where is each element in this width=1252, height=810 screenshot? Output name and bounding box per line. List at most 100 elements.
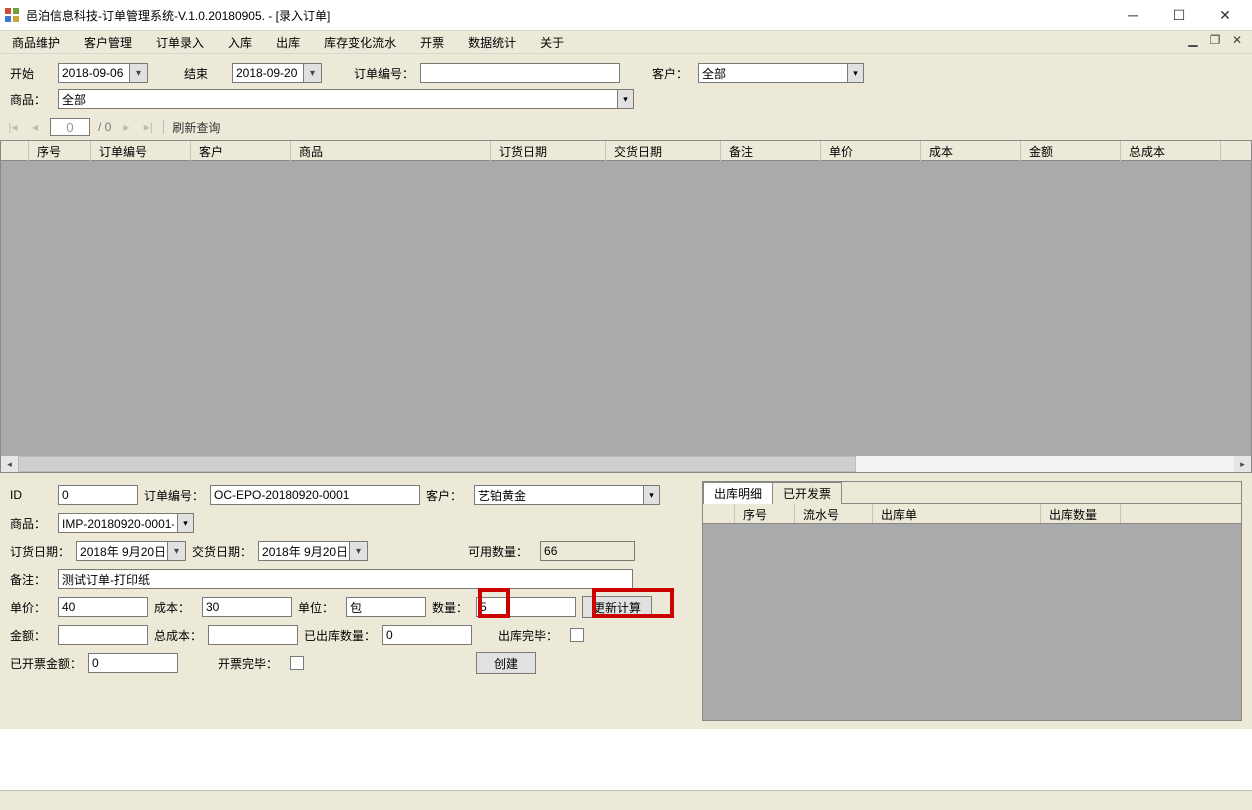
start-date-picker-button[interactable]: ▾ [130, 63, 148, 83]
page-first-button[interactable]: |◂ [6, 120, 20, 134]
grid-header: 序号 订单编号 客户 商品 订货日期 交货日期 备注 单价 成本 金额 总成本 [1, 141, 1251, 161]
col-delivery-date[interactable]: 交货日期 [606, 141, 721, 161]
sub-col-out-qty[interactable]: 出库数量 [1041, 504, 1121, 523]
customer-filter-label: 客户： [652, 65, 692, 82]
invoice-done-checkbox[interactable] [290, 656, 304, 670]
col-remark[interactable]: 备注 [721, 141, 821, 161]
chevron-down-icon[interactable]: ▾ [168, 541, 186, 561]
close-button[interactable]: ✕ [1202, 0, 1248, 30]
start-date-label: 开始 [10, 65, 52, 82]
filter-area: 开始 ▾ 结束 ▾ 订单编号： 客户： ▾ 商品： ▾ [0, 54, 1252, 116]
menu-order-entry[interactable]: 订单录入 [152, 32, 208, 53]
order-no-filter-label: 订单编号： [354, 65, 414, 82]
unit-input[interactable] [346, 597, 426, 617]
invoiced-amount-input[interactable] [88, 653, 178, 673]
col-selector[interactable] [1, 141, 29, 161]
scroll-right-icon[interactable]: ▸ [1234, 456, 1251, 472]
order-no-filter-input[interactable] [420, 63, 620, 83]
menu-products[interactable]: 商品维护 [8, 32, 64, 53]
recalc-button[interactable]: 更新计算 [582, 596, 652, 618]
menu-outbound[interactable]: 出库 [272, 32, 304, 53]
col-customer[interactable]: 客户 [191, 141, 291, 161]
end-date-picker-button[interactable]: ▾ [304, 63, 322, 83]
remark-input[interactable] [58, 569, 633, 589]
chevron-down-icon[interactable]: ▾ [350, 541, 368, 561]
form-product-select[interactable] [58, 513, 178, 533]
col-index[interactable]: 序号 [29, 141, 91, 161]
menu-customers[interactable]: 客户管理 [80, 32, 136, 53]
amount-input[interactable] [58, 625, 148, 645]
shipped-qty-input[interactable] [382, 625, 472, 645]
shipped-done-checkbox[interactable] [570, 628, 584, 642]
remark-label: 备注： [10, 571, 52, 588]
grid-horizontal-scrollbar[interactable]: ◂ ▸ [1, 456, 1251, 472]
scroll-thumb[interactable] [18, 456, 856, 472]
app-icon [4, 7, 20, 23]
unit-price-input[interactable] [58, 597, 148, 617]
menu-stats[interactable]: 数据统计 [464, 32, 520, 53]
qty-label: 数量： [432, 599, 470, 616]
menubar: 商品维护 客户管理 订单录入 入库 出库 库存变化流水 开票 数据统计 关于 ▁… [0, 30, 1252, 54]
end-date-input[interactable] [232, 63, 304, 83]
chevron-down-icon[interactable]: ▾ [618, 89, 634, 109]
sub-col-index[interactable]: 序号 [735, 504, 795, 523]
sub-col-out-no[interactable]: 出库单 [873, 504, 1041, 523]
col-amount[interactable]: 金额 [1021, 141, 1121, 161]
page-last-button[interactable]: ▸| [141, 120, 155, 134]
qty-input[interactable] [476, 597, 576, 617]
start-date-input[interactable] [58, 63, 130, 83]
menu-about[interactable]: 关于 [536, 32, 568, 53]
col-cost[interactable]: 成本 [921, 141, 1021, 161]
mdi-controls: ▁ ❐ ✕ [1184, 33, 1246, 47]
refresh-query-link[interactable]: 刷新查询 [172, 119, 220, 136]
col-unit-price[interactable]: 单价 [821, 141, 921, 161]
chevron-down-icon[interactable]: ▾ [848, 63, 864, 83]
total-cost-input[interactable] [208, 625, 298, 645]
form-order-no-input[interactable] [210, 485, 420, 505]
page-next-button[interactable]: ▸ [119, 120, 133, 134]
chevron-down-icon[interactable]: ▾ [178, 513, 194, 533]
orders-grid[interactable]: 序号 订单编号 客户 商品 订货日期 交货日期 备注 单价 成本 金额 总成本 … [0, 140, 1252, 473]
menu-invoice[interactable]: 开票 [416, 32, 448, 53]
id-input[interactable] [58, 485, 138, 505]
scroll-track[interactable] [856, 456, 1235, 472]
delivery-date-input[interactable] [258, 541, 350, 561]
tab-shipments[interactable]: 出库明细 [703, 482, 773, 504]
page-current-input[interactable] [50, 118, 90, 136]
avail-qty-label: 可用数量： [468, 543, 534, 560]
tab-invoices[interactable]: 已开发票 [772, 482, 842, 504]
maximize-button[interactable]: ☐ [1156, 0, 1202, 30]
invoice-done-label: 开票完毕： [218, 655, 284, 672]
sub-col-flow-no[interactable]: 流水号 [795, 504, 873, 523]
mdi-close-icon[interactable]: ✕ [1228, 33, 1246, 47]
mdi-restore-icon[interactable]: ❐ [1206, 33, 1224, 47]
window-title: 邑泊信息科技-订单管理系统-V.1.0.20180905. - [录入订单] [26, 7, 1110, 24]
shipment-grid-header: 序号 流水号 出库单 出库数量 [703, 504, 1241, 524]
chevron-down-icon[interactable]: ▾ [644, 485, 660, 505]
order-date-label: 订货日期： [10, 543, 70, 560]
sub-col-selector[interactable] [703, 504, 735, 523]
product-filter-select[interactable] [58, 89, 618, 109]
paging-bar: |◂ ◂ / 0 ▸ ▸| 刷新查询 [0, 116, 1252, 140]
order-date-input[interactable] [76, 541, 168, 561]
col-total-cost[interactable]: 总成本 [1121, 141, 1221, 161]
col-order-date[interactable]: 订货日期 [491, 141, 606, 161]
customer-filter-select[interactable] [698, 63, 848, 83]
col-product[interactable]: 商品 [291, 141, 491, 161]
page-prev-button[interactable]: ◂ [28, 120, 42, 134]
form-customer-select[interactable] [474, 485, 644, 505]
cost-input[interactable] [202, 597, 292, 617]
unit-price-label: 单价： [10, 599, 52, 616]
menu-stock-flow[interactable]: 库存变化流水 [320, 32, 400, 53]
form-order-no-label: 订单编号： [144, 487, 204, 504]
avail-qty-value [540, 541, 635, 561]
minimize-button[interactable]: ─ [1110, 0, 1156, 30]
grid-body [1, 161, 1251, 456]
col-order-no[interactable]: 订单编号 [91, 141, 191, 161]
menu-inbound[interactable]: 入库 [224, 32, 256, 53]
scroll-left-icon[interactable]: ◂ [1, 456, 18, 472]
product-filter-label: 商品： [10, 91, 52, 108]
create-button[interactable]: 创建 [476, 652, 536, 674]
amount-label: 金额： [10, 627, 52, 644]
mdi-minimize-icon[interactable]: ▁ [1184, 33, 1202, 47]
